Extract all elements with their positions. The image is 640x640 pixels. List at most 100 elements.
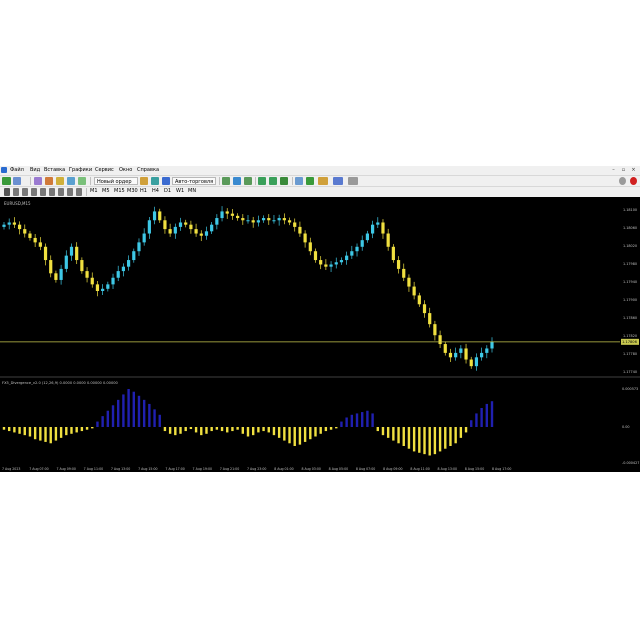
candle-body xyxy=(126,260,131,267)
expert-icon[interactable] xyxy=(140,177,148,185)
line-chart-icon[interactable] xyxy=(244,177,252,185)
histogram-bar xyxy=(70,427,73,434)
histogram-bar xyxy=(231,427,234,432)
timeframe-m1[interactable]: M1 xyxy=(90,188,98,194)
timeframe-h1[interactable]: H1 xyxy=(140,188,147,194)
zoom-in-icon[interactable] xyxy=(258,177,266,185)
histogram-bar xyxy=(329,427,333,430)
market-watch-icon[interactable] xyxy=(34,177,42,185)
candle-body xyxy=(469,359,473,367)
menu-tools[interactable]: Сервис xyxy=(95,167,114,173)
histogram-bar xyxy=(288,427,291,444)
candle-body xyxy=(111,277,115,285)
histogram-bar xyxy=(423,427,426,455)
channel-icon[interactable] xyxy=(49,188,55,196)
candle-body xyxy=(345,255,349,261)
restore-icon[interactable]: ▫ xyxy=(620,167,627,173)
terminal-icon[interactable] xyxy=(67,177,75,185)
candle-body xyxy=(2,224,6,227)
price-tick-label: 1.18100 xyxy=(623,208,637,212)
mt4-window: Файл Вид Вставка Графики Сервис Окно Спр… xyxy=(0,166,640,472)
timeframe-mn[interactable]: MN xyxy=(188,188,196,194)
tile-windows-icon[interactable] xyxy=(280,177,288,185)
price-tick-label: 1.17940 xyxy=(623,280,637,284)
chart-area[interactable]: EURUSD,M15 1.18100 1.18060 1.18020 1.17980 1… xyxy=(0,197,640,472)
timeframe-m5[interactable]: M5 xyxy=(102,188,110,194)
navigator-icon[interactable] xyxy=(56,177,64,185)
histogram-bar xyxy=(200,427,203,436)
candle-body xyxy=(391,246,395,261)
new-order-button[interactable]: Новый ордер xyxy=(94,177,138,185)
histogram-bar xyxy=(314,427,317,437)
candle-body xyxy=(215,218,219,225)
candle-body xyxy=(199,233,203,236)
autoscroll-icon[interactable] xyxy=(306,177,314,185)
histogram-bar xyxy=(65,427,68,436)
candle-body xyxy=(448,352,453,358)
candle-body xyxy=(59,268,63,280)
candle-body xyxy=(454,352,458,358)
histogram-bar xyxy=(283,427,286,441)
record-icon[interactable] xyxy=(630,177,637,185)
histogram-bar xyxy=(397,427,400,444)
histogram-bar xyxy=(262,427,265,432)
histogram-bar xyxy=(210,427,213,432)
histogram-bar xyxy=(376,427,379,432)
bar-chart-icon[interactable] xyxy=(222,177,230,185)
menu-view[interactable]: Вид xyxy=(30,167,40,173)
fibonacci-icon[interactable] xyxy=(58,188,64,196)
candle-body xyxy=(386,233,390,247)
indicators-icon[interactable] xyxy=(318,177,328,185)
signals-icon[interactable] xyxy=(162,177,170,185)
candle-body xyxy=(241,218,245,221)
price-tick-label: 1.18020 xyxy=(623,244,637,248)
histogram-bar xyxy=(236,427,239,430)
histogram-bar xyxy=(412,427,416,452)
zoom-out-icon[interactable] xyxy=(269,177,277,185)
chart-svg[interactable]: EURUSD,M15 1.18100 1.18060 1.18020 1.17980 1… xyxy=(0,197,640,472)
autotrading-button[interactable]: Авто-торговля xyxy=(172,177,216,185)
histogram-bar xyxy=(153,409,156,427)
text-tool-icon[interactable] xyxy=(67,188,73,196)
candle-body xyxy=(152,211,157,221)
menu-help[interactable]: Справка xyxy=(137,167,159,173)
horizontal-line-icon[interactable] xyxy=(31,188,37,196)
histogram-bar xyxy=(106,410,110,427)
menu-file[interactable]: Файл xyxy=(10,167,24,173)
menu-window[interactable]: Окно xyxy=(119,167,132,173)
histogram-bar xyxy=(485,403,489,427)
candle-body xyxy=(396,260,401,269)
search-icon[interactable] xyxy=(619,177,626,185)
candle-body xyxy=(75,246,79,261)
templates-icon[interactable] xyxy=(348,177,358,185)
histogram-bar xyxy=(355,413,359,427)
histogram-bar xyxy=(158,414,161,427)
timeframe-m15[interactable]: M15 xyxy=(114,188,125,194)
profiles-icon[interactable] xyxy=(13,177,21,185)
minimize-icon[interactable]: – xyxy=(610,167,617,173)
data-window-icon[interactable] xyxy=(45,177,53,185)
histogram-bar xyxy=(309,427,312,440)
timeframe-h4[interactable]: H4 xyxy=(152,188,159,194)
menu-insert[interactable]: Вставка xyxy=(44,167,65,173)
metaeditor-icon[interactable] xyxy=(151,177,159,185)
vertical-line-icon[interactable] xyxy=(22,188,28,196)
tester-icon[interactable] xyxy=(78,177,86,185)
close-icon[interactable]: × xyxy=(630,167,637,173)
cursor-icon[interactable] xyxy=(4,188,10,196)
menu-charts[interactable]: Графики xyxy=(69,167,92,173)
timeframe-w1[interactable]: W1 xyxy=(176,188,184,194)
candle-body xyxy=(204,231,209,236)
histogram-bar xyxy=(179,427,182,434)
label-tool-icon[interactable] xyxy=(76,188,82,196)
timeframe-m30[interactable]: M30 xyxy=(127,188,138,194)
histogram-bar xyxy=(475,413,478,427)
histogram-bar xyxy=(350,414,354,427)
trendline-icon[interactable] xyxy=(40,188,46,196)
new-chart-icon[interactable] xyxy=(2,177,11,185)
crosshair-icon[interactable] xyxy=(13,188,19,196)
chart-shift-icon[interactable] xyxy=(295,177,303,185)
timeframe-d1[interactable]: D1 xyxy=(164,188,171,194)
periods-icon[interactable] xyxy=(333,177,343,185)
candlestick-icon[interactable] xyxy=(233,177,241,185)
